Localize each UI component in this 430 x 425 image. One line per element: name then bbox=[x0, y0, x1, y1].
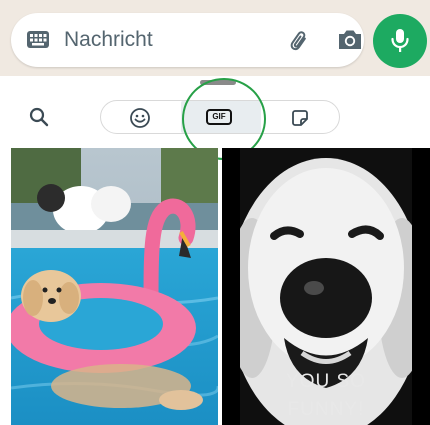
sticker-icon bbox=[292, 110, 308, 126]
gif-caption-line-1: YOU SO bbox=[286, 371, 366, 392]
message-input-bar[interactable]: Nachricht bbox=[11, 13, 364, 67]
paperclip-icon[interactable] bbox=[283, 26, 311, 54]
message-input-placeholder[interactable]: Nachricht bbox=[64, 29, 153, 51]
gif-caption-line-2: FUNNY! bbox=[287, 399, 365, 420]
emoji-icon bbox=[130, 108, 150, 128]
tab-emoji[interactable] bbox=[101, 101, 181, 133]
puppy-flamingo-float-gif bbox=[11, 148, 218, 425]
gif-result-2[interactable]: YOU SO FUNNY! bbox=[222, 148, 430, 425]
microphone-button[interactable] bbox=[373, 14, 427, 68]
camera-icon[interactable] bbox=[336, 27, 364, 53]
gif-result-1[interactable] bbox=[11, 148, 218, 425]
tab-sticker[interactable] bbox=[261, 101, 341, 133]
microphone-icon bbox=[391, 29, 409, 52]
search-icon[interactable] bbox=[28, 106, 50, 128]
keyboard-icon[interactable] bbox=[26, 29, 50, 51]
